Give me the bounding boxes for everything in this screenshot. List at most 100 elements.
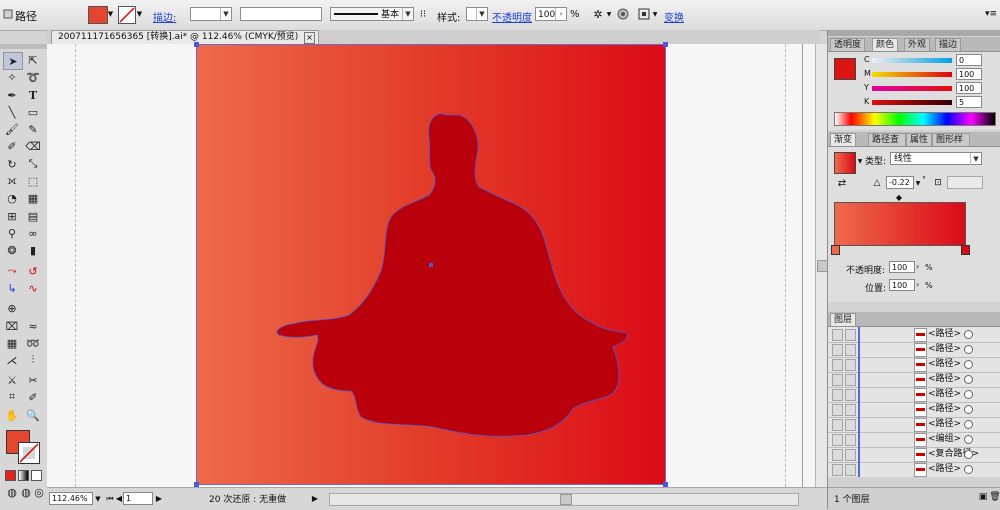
opacity-link[interactable]: 不透明度	[492, 9, 532, 24]
gradient-mode-button[interactable]	[18, 470, 29, 481]
transform-link[interactable]: 变换	[664, 9, 684, 24]
knife-tool-icon[interactable]: ✂	[24, 372, 42, 388]
cyan-value[interactable]: 0	[956, 54, 982, 66]
tools-panel-grip[interactable]	[0, 44, 47, 49]
tab-layers[interactable]: 图层	[830, 313, 857, 326]
chevron-right-icon[interactable]: ›	[555, 8, 566, 20]
arrange-icon[interactable]: ⁝⁝	[417, 8, 429, 20]
visibility-toggle[interactable]	[832, 419, 843, 431]
next-artboard-icon[interactable]: ▶	[155, 493, 163, 504]
visibility-toggle[interactable]	[832, 449, 843, 461]
chevron-down-icon[interactable]: ▼	[857, 156, 863, 166]
stroke-link[interactable]: 描边:	[153, 9, 176, 24]
layer-row[interactable]: <路径>	[828, 417, 1000, 433]
tab-color[interactable]: 颜色	[872, 38, 899, 51]
midpoint-diamond-icon[interactable]: ◆	[895, 193, 903, 202]
select-similar-icon[interactable]	[637, 7, 651, 21]
tab-gradient[interactable]: 渐变	[830, 133, 857, 146]
gradient-slider-bar[interactable]	[834, 202, 966, 246]
lock-toggle[interactable]	[845, 359, 856, 371]
selection-tool-icon[interactable]: ➤	[3, 52, 23, 70]
delete-layer-icon[interactable]: 🗑	[989, 492, 1000, 502]
gradient-tool-icon[interactable]: ▤	[24, 208, 42, 224]
crop-tool-icon[interactable]: ⌗	[3, 389, 21, 405]
gradient-stop-start[interactable]	[831, 245, 840, 255]
document-tab[interactable]: 20071117165636​5 [转换].ai* @ 112.46% (CMY…	[51, 30, 319, 44]
column-graph-tool-icon[interactable]: ▮	[24, 242, 42, 258]
chevron-down-icon[interactable]: ▼	[652, 9, 658, 19]
stroke-weight-field[interactable]: ▼	[190, 7, 232, 21]
meditation-silhouette[interactable]	[197, 45, 667, 486]
selection-handle[interactable]	[663, 42, 668, 47]
panel-menu-icon[interactable]: ▾≡	[985, 8, 997, 20]
target-icon[interactable]	[964, 465, 973, 474]
eraser-tool-icon[interactable]: ⌫	[24, 138, 42, 154]
none-mode-button[interactable]	[31, 470, 42, 481]
magenta-slider[interactable]	[872, 72, 952, 77]
layer-row[interactable]: <路径>	[828, 357, 1000, 373]
globe-tool-icon[interactable]: ⊕	[3, 300, 21, 316]
chevron-down-icon[interactable]: ▼	[136, 9, 143, 19]
width-tool-icon[interactable]: ⟗	[3, 173, 21, 189]
status-menu-icon[interactable]: ▶	[311, 493, 319, 504]
yellow-slider[interactable]	[872, 86, 952, 91]
lock-toggle[interactable]	[845, 449, 856, 461]
warp-tool-icon[interactable]: ≈	[24, 318, 42, 334]
artboard-tool-icon[interactable]: ⌧	[3, 318, 21, 334]
close-icon[interactable]: ×	[304, 32, 315, 44]
target-icon[interactable]	[964, 435, 973, 444]
lock-toggle[interactable]	[845, 374, 856, 386]
magenta-value[interactable]: 100	[956, 68, 982, 80]
layer-row[interactable]: <路径>	[828, 327, 1000, 343]
target-icon[interactable]	[964, 405, 973, 414]
color-swatch[interactable]	[834, 58, 856, 80]
black-slider[interactable]	[872, 100, 952, 105]
lock-toggle[interactable]	[845, 419, 856, 431]
rectangle-tool-icon[interactable]: ▭	[24, 104, 42, 120]
color-spectrum-bar[interactable]	[834, 112, 996, 126]
mesh-tool-icon[interactable]: ⊞	[3, 208, 21, 224]
visibility-toggle[interactable]	[832, 404, 843, 416]
screen-mode-icon[interactable]: ◎	[30, 484, 48, 500]
chevron-down-icon[interactable]: ▼	[476, 8, 487, 20]
page-field[interactable]: 1	[123, 492, 153, 505]
custom-tool-c-icon[interactable]: ↳	[3, 280, 21, 296]
hand-tool-icon[interactable]: ✋	[3, 407, 21, 423]
lock-toggle[interactable]	[845, 344, 856, 356]
chevron-down-icon[interactable]: ▼	[220, 8, 231, 20]
cyan-slider[interactable]	[872, 58, 952, 63]
tab-attributes[interactable]: 属性	[906, 133, 933, 146]
target-icon[interactable]	[964, 345, 973, 354]
chevron-down-icon[interactable]: ▼	[606, 9, 612, 19]
recolor-icon[interactable]: ✲	[590, 7, 606, 21]
layer-row[interactable]: <路径>	[828, 372, 1000, 388]
reverse-gradient-icon[interactable]: ⇄	[836, 177, 848, 189]
lock-toggle[interactable]	[845, 329, 856, 341]
visibility-toggle[interactable]	[832, 434, 843, 446]
style-swatch-field[interactable]: ▼	[466, 7, 488, 21]
pencil-tool-icon[interactable]: ✎	[24, 121, 42, 137]
dock-header[interactable]	[828, 30, 1000, 36]
visibility-toggle[interactable]	[832, 464, 843, 476]
slice-tool-icon[interactable]: ⚔	[3, 372, 21, 388]
new-layer-icon[interactable]: ▣	[978, 492, 988, 502]
tab-pathfinder[interactable]: 路径查找	[868, 133, 906, 146]
line-tool-icon[interactable]: ╲	[3, 104, 21, 120]
layer-row[interactable]: <路径>	[828, 342, 1000, 358]
yellow-value[interactable]: 100	[956, 82, 982, 94]
fill-color-swatch[interactable]	[88, 6, 108, 24]
wrinkle-tool-icon[interactable]: ⫶	[24, 352, 42, 368]
lock-toggle[interactable]	[845, 464, 856, 476]
first-artboard-icon[interactable]: ⏮	[106, 493, 114, 504]
pen-tool-icon[interactable]: ✒	[3, 87, 21, 103]
lock-toggle[interactable]	[845, 434, 856, 446]
layer-row[interactable]: <路径>	[828, 387, 1000, 403]
layer-row[interactable]: <编组>	[828, 432, 1000, 448]
horizontal-scrollbar[interactable]	[329, 493, 799, 506]
perspective-grid-tool-icon[interactable]: ▦	[24, 190, 42, 206]
brush-definition-field[interactable]: 基本 ▼	[330, 7, 414, 21]
target-icon[interactable]	[964, 360, 973, 369]
target-icon[interactable]	[964, 375, 973, 384]
blend-tool-icon[interactable]: ∞	[24, 225, 42, 241]
previous-artboard-icon[interactable]: ◀	[115, 493, 123, 504]
